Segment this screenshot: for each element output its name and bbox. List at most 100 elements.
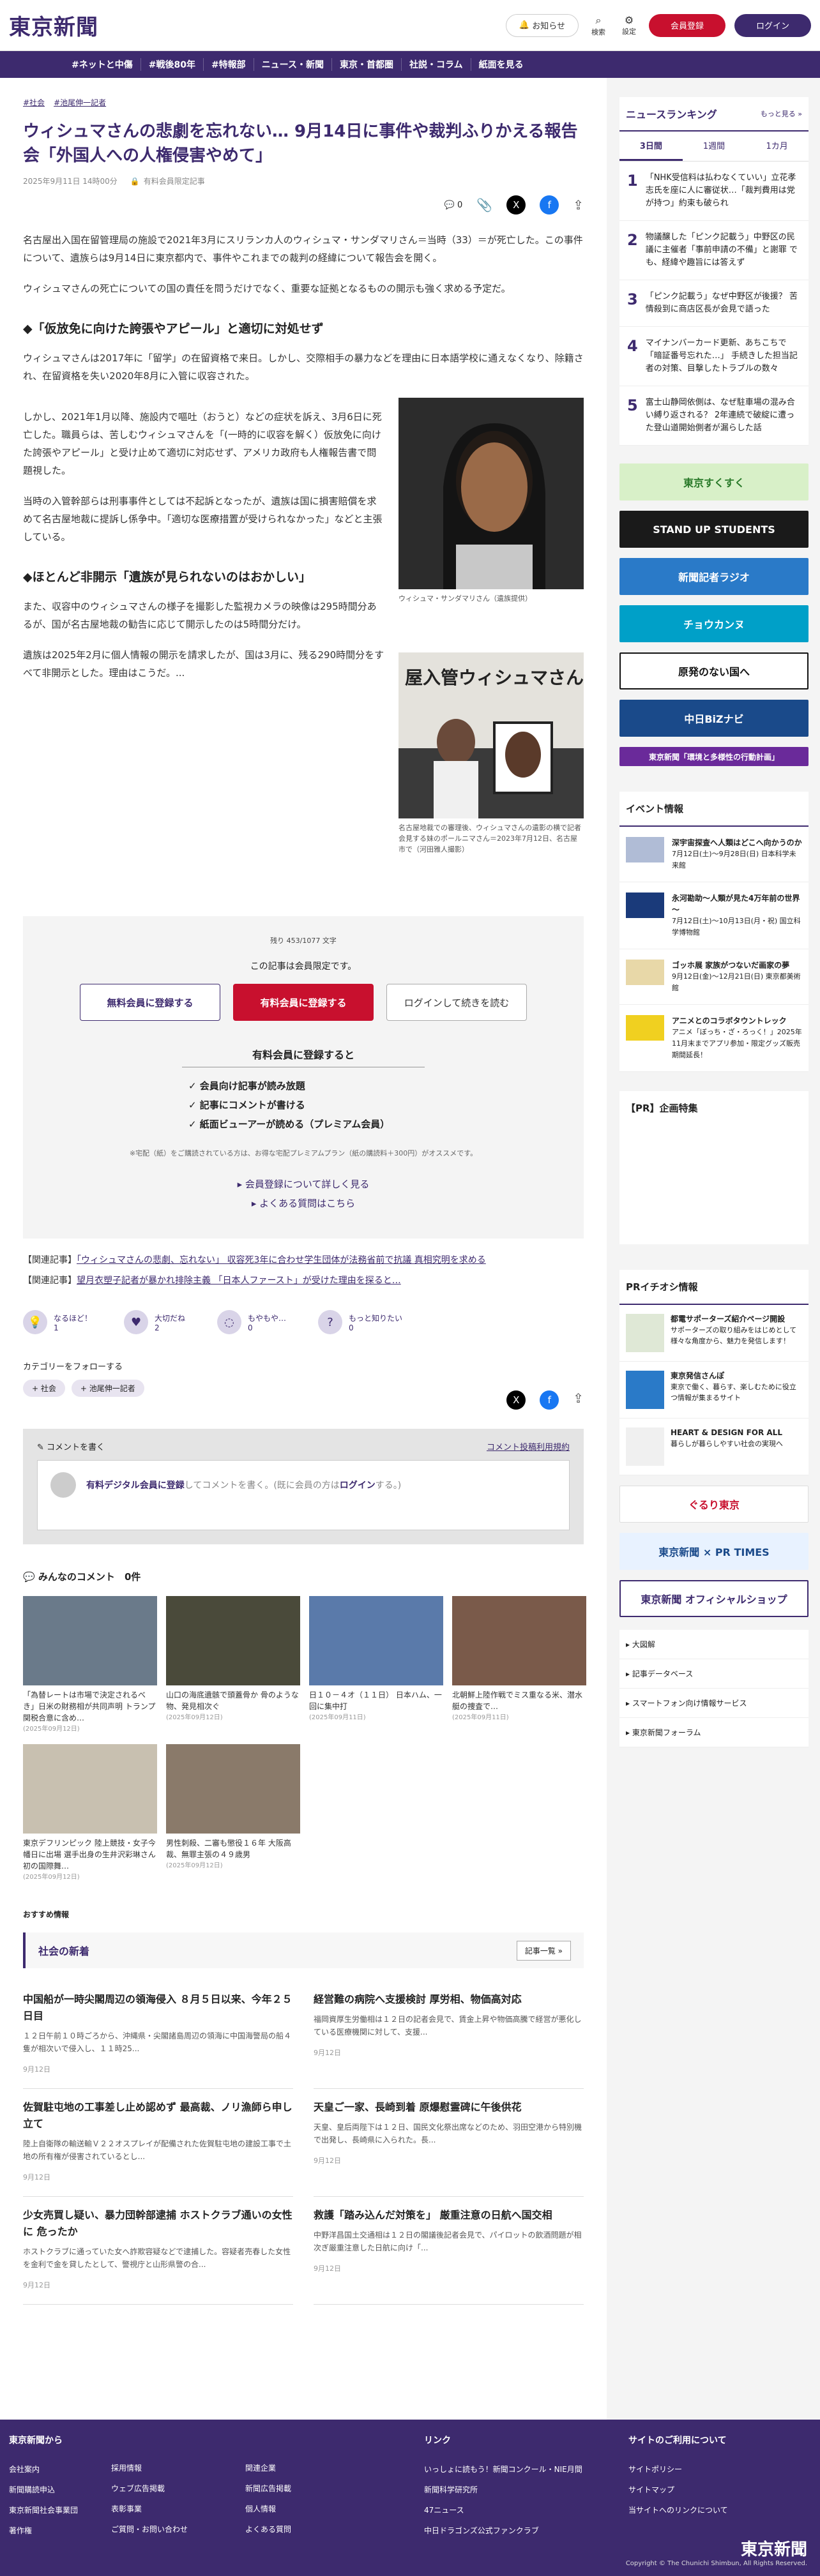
footer-link[interactable]: 採用情報 xyxy=(111,2458,245,2478)
event-item[interactable]: 深宇宙探査へ人類はどこへ向かうのか 7月12日(土)〜9月28日(日) 日本科学未… xyxy=(619,827,809,882)
nav-item[interactable]: 東京・首都圏 xyxy=(332,58,402,71)
pr-item[interactable]: 東京発信さんぽ 東京で働く、暮らす、楽しむために役立つ情報が集まるサイト xyxy=(619,1362,809,1419)
free-register-button[interactable]: 無料会員に登録する xyxy=(80,984,220,1021)
facebook-share-icon[interactable]: f xyxy=(540,195,559,215)
footer-link[interactable]: 47ニュース xyxy=(424,2500,628,2520)
banner[interactable]: 原発のない国へ xyxy=(619,652,809,689)
event-item[interactable]: ゴッホ展 家族がつないだ画家の夢 9月12日(金)〜12月21日(日) 東京都美術… xyxy=(619,949,809,1005)
paid-register-button[interactable]: 有料会員に登録する xyxy=(233,984,374,1021)
footer-link[interactable]: 著作権 xyxy=(9,2520,111,2541)
footer-link[interactable]: ウェブ広告掲載 xyxy=(111,2478,245,2499)
nav-item[interactable]: #戦後80年 xyxy=(141,58,204,71)
photo-news-item[interactable]: 男性刺殺、二審も懲役１６年 大阪高裁、無罪主張の４９歳男 (2025年09月12日… xyxy=(166,1744,300,1883)
event-item[interactable]: 永河勘助～人類が見た4万年前の世界～ 7月12日(土)〜10月13日(月・祝) 国… xyxy=(619,882,809,949)
ranking-tab[interactable]: 1カ月 xyxy=(745,132,809,161)
share-icon[interactable]: ⇪ xyxy=(573,1390,584,1410)
side-link[interactable]: ▸ スマートフォン向け情報サービス xyxy=(619,1689,809,1718)
search-button[interactable]: ⌕ 検索 xyxy=(588,14,609,37)
login-continue-button[interactable]: ログインして続きを読む xyxy=(386,984,527,1021)
ranking-item[interactable]: 1 「NHK受信料は払わなくていい」立花孝志氏を座に人に審従状…「裁判費用は党が持… xyxy=(619,162,809,221)
photo-news-item[interactable]: 北朝鮮上陸作戦でミス重なる米、潜水艇の捜査で… (2025年09月11日) xyxy=(452,1596,586,1735)
pr-item[interactable]: 都電サポーターズ紹介ページ開設 サポーターズの取り組みをはじめとして様々な角度から… xyxy=(619,1305,809,1362)
comment-count[interactable]: 💬 0 xyxy=(444,200,463,210)
reaction-button[interactable]: ◌ もやもや… 0 xyxy=(217,1310,286,1334)
facebook-share-icon[interactable]: f xyxy=(540,1390,559,1410)
nav-item[interactable]: 社説・コラム xyxy=(402,58,471,71)
event-item[interactable]: アニメとのコラボタウントレック アニメ「ぼっち・ざ・ろっく！」2025年11月末ま… xyxy=(619,1005,809,1072)
ranking-more-link[interactable]: もっと見る » xyxy=(761,109,802,119)
footer-link[interactable]: 会社案内 xyxy=(9,2459,111,2480)
photo-news-item[interactable]: 東京デフリンピック 陸上競技・女子今幡日に出場 選手出身の生井沢彩琳さん 初の国… xyxy=(23,1744,157,1883)
footer-link[interactable]: 表彰事業 xyxy=(111,2499,245,2519)
banner[interactable]: ぐるり東京 xyxy=(619,1486,809,1523)
news-item[interactable]: 経営難の病院へ支援検討 厚労相、物価高対応 福岡資厚生労働相は１２日の記者会見で、… xyxy=(314,1981,584,2089)
register-button[interactable]: 会員登録 xyxy=(649,13,725,37)
ranking-item[interactable]: 2 物議醸した「ピンク記載う」中野区の民議に主催者「事前申請の不備」と謝罪 でも、… xyxy=(619,221,809,280)
tag-link[interactable]: #池尾伸一記者 xyxy=(54,97,106,108)
banner[interactable]: 東京新聞 × PR TIMES xyxy=(619,1533,809,1570)
news-item[interactable]: 天皇ご一家、長崎到着 原爆慰霊碑に午後供花 天皇、皇后両陛下は１２日、国民文化祭出… xyxy=(314,2089,584,2197)
footer-link[interactable]: 関連企業 xyxy=(245,2458,424,2478)
side-link[interactable]: ▸ 東京新聞フォーラム xyxy=(619,1718,809,1747)
news-more-button[interactable]: 記事一覧 » xyxy=(516,1940,571,1961)
news-item[interactable]: 少女売買し疑い、暴力団幹部逮捕 ホストクラブ通いの女性に 危ったか ホストクラブに… xyxy=(23,2197,293,2305)
reaction-button[interactable]: ? もっと知りたい 0 xyxy=(318,1310,402,1334)
notice-button[interactable]: 🔔 お知らせ xyxy=(505,13,579,37)
footer-link[interactable]: 新聞科学研究所 xyxy=(424,2480,628,2500)
footer-link[interactable]: よくある質問 xyxy=(245,2519,424,2540)
ranking-item[interactable]: 3 「ピンク記載う」なぜ中野区が後援？ 苦情殺到に商店区長が会見で語った xyxy=(619,280,809,327)
footer-link[interactable]: 個人情報 xyxy=(245,2499,424,2519)
photo-news-item[interactable]: 山口の海底遺骸で頭蓋骨か 骨のような物、発見相次ぐ (2025年09月12日) xyxy=(166,1596,300,1735)
ranking-item[interactable]: 5 富士山静岡依側は、なぜ駐車場の混み合い縛り返される？ 2年連続で破綻に遭った登… xyxy=(619,386,809,446)
side-link[interactable]: ▸ 大図解 xyxy=(619,1630,809,1659)
comment-login-link[interactable]: ログイン xyxy=(340,1480,376,1491)
photo-news-item[interactable]: 「為替レートは市場で決定されるべき」日米の財務相が共同声明 トランプ関税合意に含… xyxy=(23,1596,157,1735)
banner[interactable]: STAND UP STUDENTS xyxy=(619,511,809,548)
nav-item[interactable]: 紙面を見る xyxy=(471,58,531,71)
footer-link[interactable]: 当サイトへのリンクについて xyxy=(628,2500,794,2520)
follow-chip[interactable]: + 社会 xyxy=(23,1380,65,1397)
footer-link[interactable]: 東京新聞社会事業団 xyxy=(9,2500,111,2520)
footer-link[interactable]: サイトポリシー xyxy=(628,2459,794,2480)
banner[interactable]: 東京新聞「環境と多様性の行動計画」 xyxy=(619,747,809,766)
banner[interactable]: 東京すくすく xyxy=(619,463,809,501)
portrait-photo[interactable] xyxy=(399,398,584,589)
nav-item[interactable]: #ネットと中傷 xyxy=(64,58,141,71)
pr-item[interactable]: HEART & DESIGN FOR ALL 暮らしが暮らしやすい社会の実現へ xyxy=(619,1419,809,1475)
reaction-button[interactable]: 💡 なるほど！ 1 xyxy=(23,1310,92,1334)
footer-link[interactable]: ご質問・お問い合わせ xyxy=(111,2519,245,2540)
banner[interactable]: 東京新聞 オフィシャルショップ xyxy=(619,1580,809,1617)
faq-link[interactable]: ▸ よくある質問はこちら xyxy=(23,1194,584,1213)
x-share-icon[interactable]: X xyxy=(506,195,526,215)
banner[interactable]: 新聞記者ラジオ xyxy=(619,558,809,595)
footer-link[interactable]: いっしょに読もう！新聞コンクール・NIE月間 xyxy=(424,2459,628,2480)
membership-info-link[interactable]: ▸ 会員登録について詳しく見る xyxy=(23,1175,584,1194)
comment-rules-link[interactable]: コメント投稿利用規約 xyxy=(487,1440,570,1452)
login-button[interactable]: ログイン xyxy=(734,13,811,37)
footer-link[interactable]: 新聞広告掲載 xyxy=(245,2478,424,2499)
nav-item[interactable]: #特報部 xyxy=(204,58,254,71)
reaction-button[interactable]: ♥ 大切だね 2 xyxy=(124,1310,185,1334)
nav-item[interactable]: ニュース・新聞 xyxy=(254,58,332,71)
news-item[interactable]: 中国船が一時尖閣周辺の領海侵入 ８月５日以来、今年２５日目 １２日午前１０時ごろか… xyxy=(23,1981,293,2089)
follow-chip[interactable]: + 池尾伸一記者 xyxy=(71,1380,144,1397)
banner[interactable]: チョウカンヌ xyxy=(619,605,809,642)
photo-news-item[interactable]: 日１０－４オ（１１日） 日本ハム、一回に集中打 (2025年09月11日) xyxy=(309,1596,443,1735)
tag-link[interactable]: #社会 xyxy=(23,97,45,108)
related-link[interactable]: 「ウィシュマさんの悲劇、忘れない」 収容死3年に合わせ学生団体が法務省前で抗議 … xyxy=(77,1255,486,1265)
news-item[interactable]: 佐賀駐屯地の工事差し止め認めず 最高裁、ノリ漁師ら申し立て 陸上自衛隊の輸送輸Ｖ２… xyxy=(23,2089,293,2197)
ranking-item[interactable]: 4 マイナンバーカード更新、あちこちで「暗証番号忘れた…」 手続きした担当記者の対… xyxy=(619,327,809,386)
related-link[interactable]: 望月衣塑子記者が暴かれ排除主義 「日本人ファースト」が受けた理由を探ると… xyxy=(77,1276,401,1286)
footer-link[interactable]: サイトマップ xyxy=(628,2480,794,2500)
footer-link[interactable]: 中日ドラゴンズ公式ファンクラブ xyxy=(424,2520,628,2541)
share-icon[interactable]: ⇪ xyxy=(573,197,584,213)
site-logo[interactable]: 東京新聞 xyxy=(9,10,98,41)
ranking-tab[interactable]: 3日間 xyxy=(619,132,683,161)
banner[interactable]: 中日BiZナビ xyxy=(619,700,809,737)
x-share-icon[interactable]: X xyxy=(506,1390,526,1410)
news-item[interactable]: 救護「踏み込んだ対策を」 厳重注意の日航へ国交相 中野洋昌国土交通相は１２日の閣議… xyxy=(314,2197,584,2305)
ranking-tab[interactable]: 1週間 xyxy=(683,132,746,161)
digital-register-link[interactable]: 有料デジタル会員に登録 xyxy=(86,1480,185,1491)
footer-link[interactable]: 新聞購読申込 xyxy=(9,2480,111,2500)
paperclip-icon[interactable]: 📎 xyxy=(476,197,492,213)
